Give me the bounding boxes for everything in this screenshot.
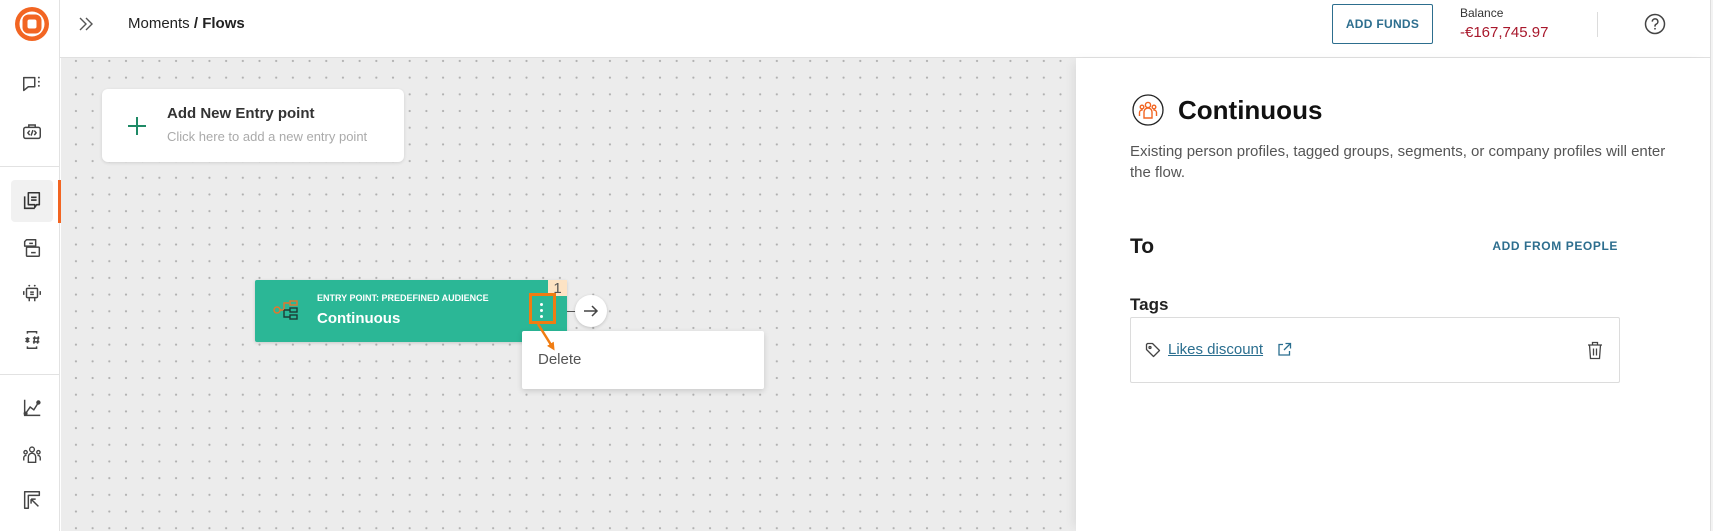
entry-point-details-panel <box>1076 58 1710 531</box>
copy-documents-icon <box>23 191 41 210</box>
sidebar-divider <box>0 166 60 167</box>
stacked-cards-icon <box>23 239 41 257</box>
external-link-icon[interactable] <box>1277 342 1292 357</box>
line-chart-icon <box>23 399 41 417</box>
tag-icon <box>1145 342 1161 358</box>
sidebar-item-automation[interactable] <box>11 272 53 314</box>
breadcrumb-parent[interactable]: Moments <box>128 15 190 32</box>
balance-value: -€167,745.97 <box>1460 24 1549 41</box>
node-context-menu: Delete <box>522 331 764 389</box>
sidebar-item-moments[interactable] <box>11 180 53 222</box>
header-divider <box>1597 12 1598 37</box>
brand-logo-icon[interactable] <box>14 6 50 42</box>
sidebar-divider <box>0 374 60 375</box>
sidebar-item-templates[interactable] <box>11 227 53 269</box>
sidebar-item-exports[interactable] <box>11 479 53 521</box>
add-from-people-button[interactable]: ADD FROM PEOPLE <box>1492 239 1618 253</box>
add-entry-point-card[interactable]: Add New Entry point Click here to add a … <box>102 89 404 162</box>
sidebar-item-keywords[interactable] <box>11 319 53 361</box>
tag-link-likes-discount[interactable]: Likes discount <box>1168 341 1263 359</box>
sidebar-item-people[interactable] <box>11 434 53 476</box>
add-funds-button[interactable]: ADD FUNDS <box>1332 4 1433 44</box>
code-briefcase-icon <box>23 124 41 140</box>
plus-icon <box>128 117 146 135</box>
sidebar <box>0 0 61 531</box>
breadcrumb-separator: / <box>189 15 203 32</box>
breadcrumb-current: Flows <box>202 15 245 32</box>
audience-people-icon <box>1132 94 1164 126</box>
add-next-step-button[interactable] <box>575 295 607 327</box>
audience-flow-icon <box>273 300 298 320</box>
entry-point-node[interactable]: ENTRY POINT: PREDEFINED AUDIENCE Continu… <box>255 280 567 342</box>
node-type-label: ENTRY POINT: PREDEFINED AUDIENCE <box>317 293 489 303</box>
menu-item-delete[interactable]: Delete <box>538 351 581 369</box>
help-icon[interactable] <box>1644 13 1666 35</box>
trash-icon[interactable] <box>1587 341 1603 360</box>
double-chevron-right-icon[interactable] <box>76 15 96 33</box>
arrow-right-icon <box>584 305 599 317</box>
add-entry-point-subtitle: Click here to add a new entry point <box>167 129 368 144</box>
sidebar-item-analytics[interactable] <box>11 387 53 429</box>
annotation-highlight-box <box>529 293 556 324</box>
asterisk-hash-icon <box>25 331 40 349</box>
breadcrumb: Moments / Flows <box>128 15 245 33</box>
board-arrow-icon <box>23 491 41 509</box>
tags-heading: Tags <box>1130 295 1169 314</box>
robot-icon <box>23 284 41 302</box>
chat-bubble-icon <box>23 76 40 92</box>
people-icon <box>23 446 41 464</box>
to-section-heading: To <box>1130 235 1155 258</box>
panel-title: Continuous <box>1178 95 1323 125</box>
sidebar-item-conversations[interactable] <box>11 63 53 105</box>
panel-description: Existing person profiles, tagged groups,… <box>1130 143 1666 181</box>
balance-label: Balance <box>1460 6 1504 20</box>
sidebar-item-developer[interactable] <box>11 110 53 152</box>
node-name: Continuous <box>317 310 401 327</box>
add-entry-point-title: Add New Entry point <box>167 105 315 122</box>
